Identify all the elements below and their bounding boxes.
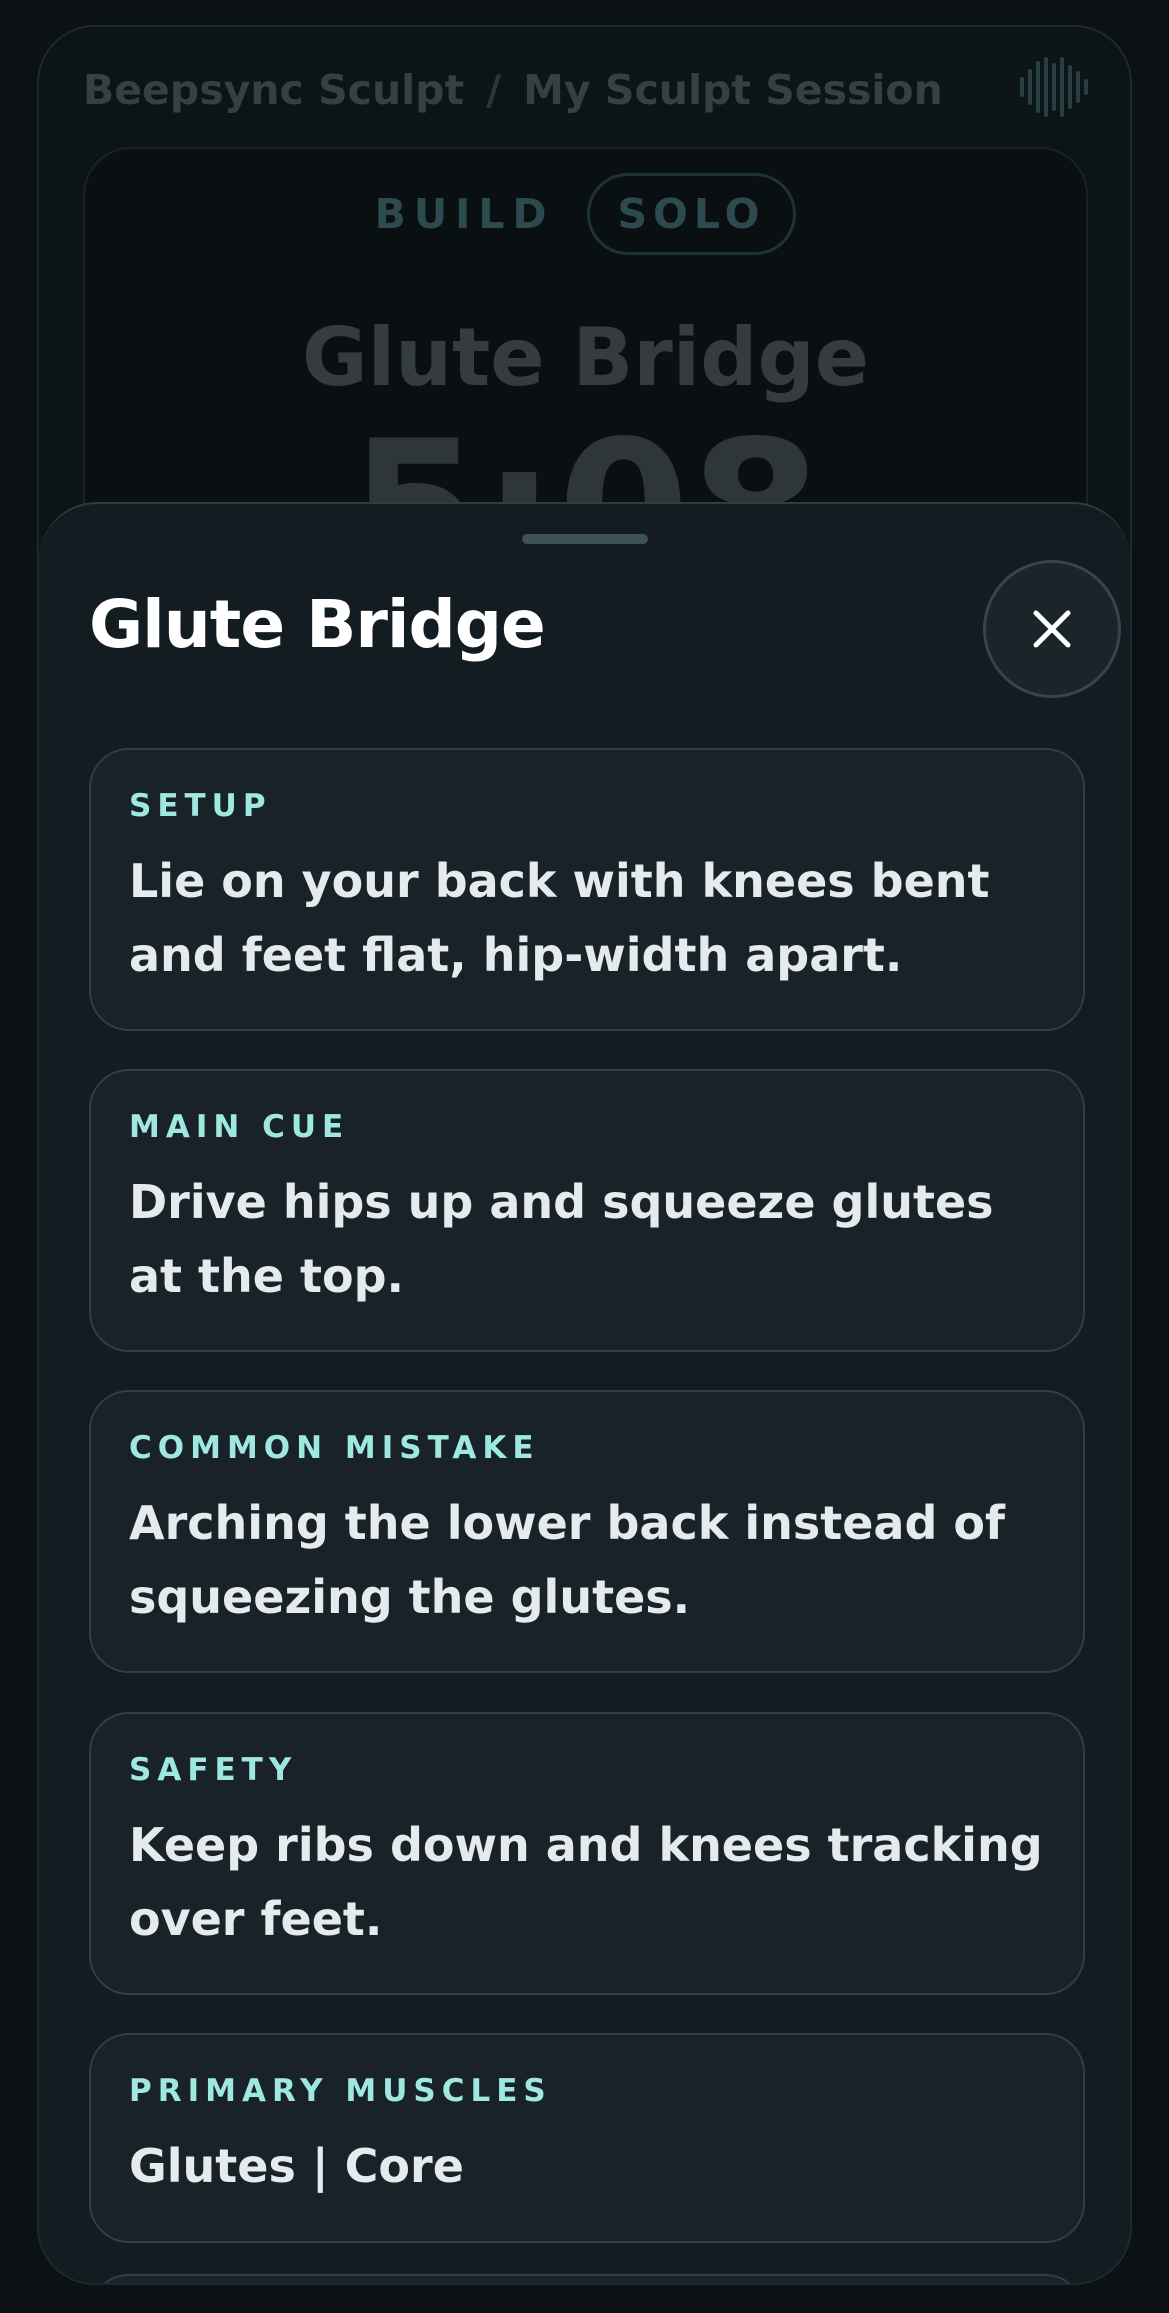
- waveform-icon[interactable]: [1018, 57, 1090, 117]
- close-button[interactable]: [983, 560, 1121, 698]
- card-text: Drive hips up and squeeze glutes at the …: [129, 1175, 994, 1303]
- card-text: Arching the lower back instead of squeez…: [129, 1496, 1005, 1624]
- phase-chips: BUILD SOLO: [85, 173, 1086, 255]
- card-text: Lie on your back with knees bent and fee…: [129, 854, 990, 982]
- breadcrumb-app[interactable]: Beepsync Sculpt: [83, 66, 464, 114]
- next-card-peek: [89, 2274, 1085, 2283]
- breadcrumb-session[interactable]: My Sculpt Session: [523, 66, 943, 114]
- close-icon: [1033, 610, 1071, 648]
- breadcrumb: Beepsync Sculpt / My Sculpt Session: [83, 57, 943, 123]
- sheet-title: Glute Bridge: [89, 586, 546, 663]
- exercise-title: Glute Bridge: [301, 311, 870, 404]
- card-label: SETUP: [129, 788, 272, 824]
- exercise-details-sheet: Glute Bridge SETUP Lie on your back with…: [39, 502, 1130, 2283]
- app-frame: Beepsync Sculpt / My Sculpt Session BUIL…: [37, 25, 1132, 2285]
- primary-muscles-card: PRIMARY MUSCLES Glutes | Core: [89, 2033, 1085, 2243]
- main-cue-card: MAIN CUE Drive hips up and squeeze glute…: [89, 1069, 1085, 1352]
- breadcrumb-separator: /: [486, 66, 502, 114]
- mode-badge: SOLO: [586, 173, 797, 255]
- sheet-drag-handle[interactable]: [522, 534, 648, 544]
- common-mistake-card: COMMON MISTAKE Arching the lower back in…: [89, 1390, 1085, 1673]
- card-label: MAIN CUE: [129, 1109, 350, 1145]
- card-text: Keep ribs down and knees tracking over f…: [129, 1818, 1043, 1946]
- setup-card: SETUP Lie on your back with knees bent a…: [89, 748, 1085, 1031]
- card-label: COMMON MISTAKE: [129, 1430, 540, 1466]
- phase-label: BUILD: [374, 190, 555, 238]
- safety-card: SAFETY Keep ribs down and knees tracking…: [89, 1712, 1085, 1995]
- card-label: PRIMARY MUSCLES: [129, 2073, 552, 2109]
- card-text: Glutes | Core: [129, 2139, 464, 2193]
- card-label: SAFETY: [129, 1752, 298, 1788]
